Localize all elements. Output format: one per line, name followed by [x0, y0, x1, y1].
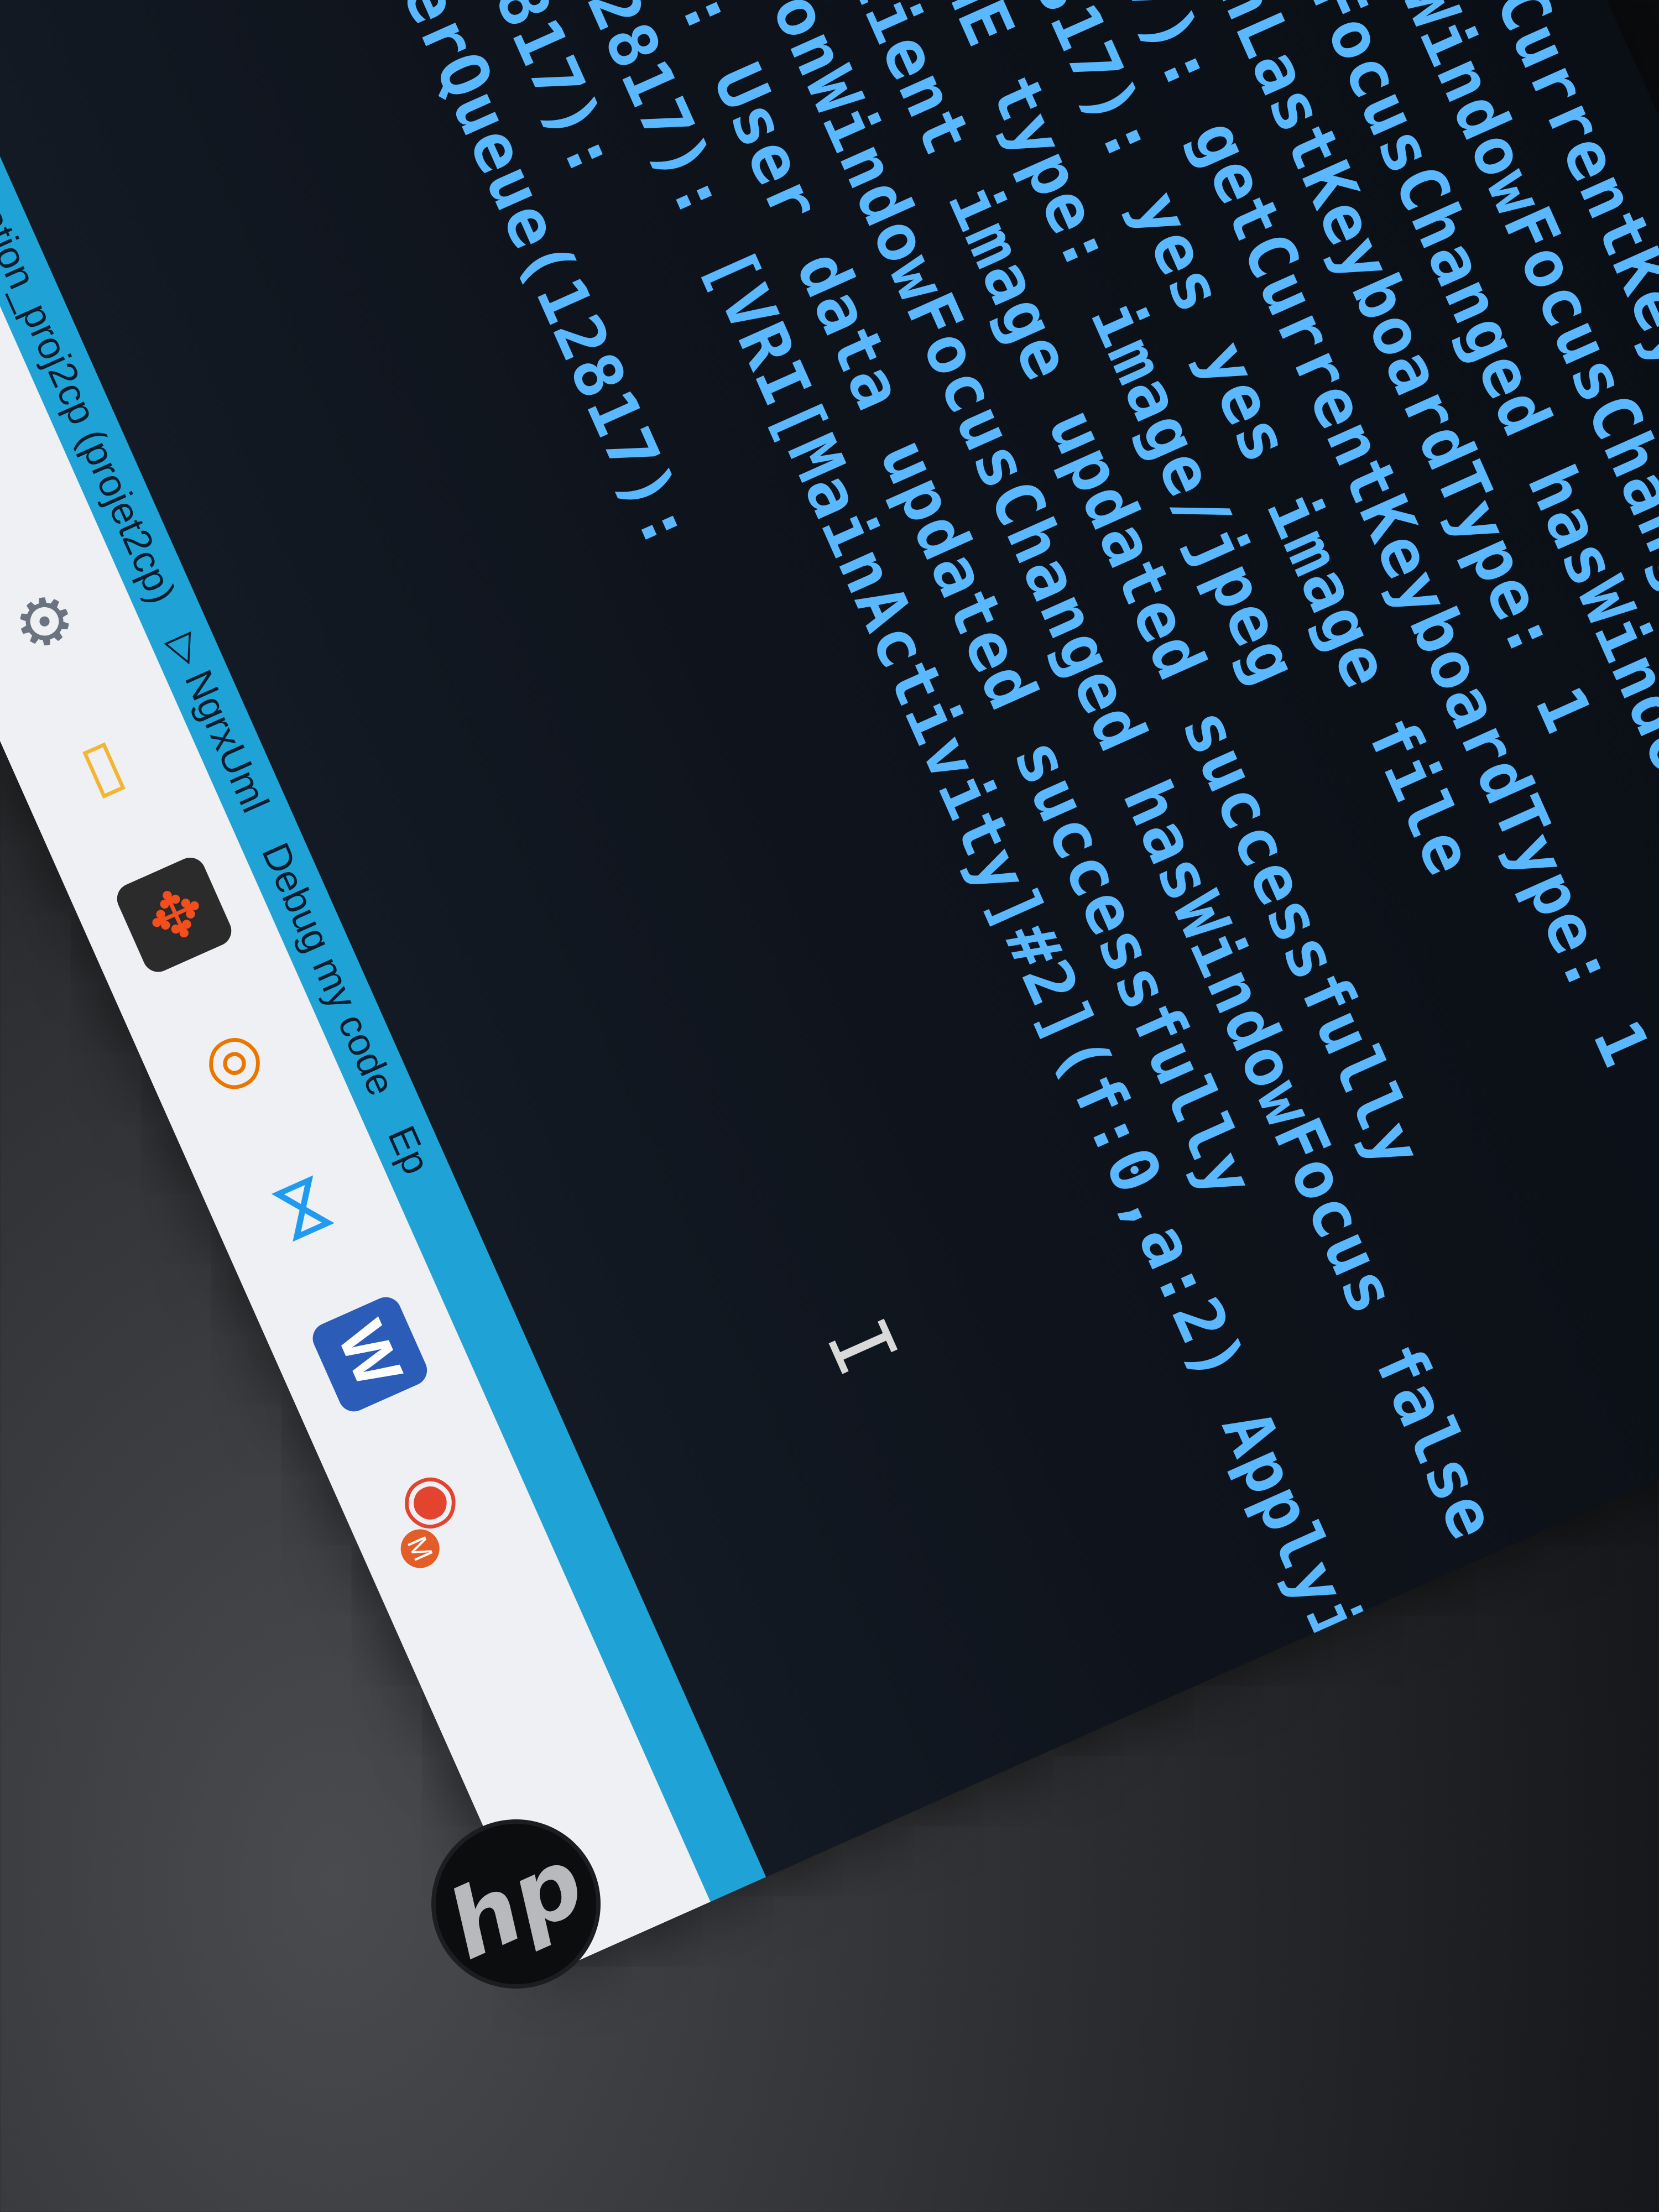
file-explorer-icon[interactable]: ▭: [47, 706, 171, 830]
settings-gear-icon[interactable]: ⚙: [0, 560, 106, 684]
trailing-label: Ep: [379, 1119, 439, 1181]
blender-icon[interactable]: ◎: [178, 999, 301, 1123]
figma-icon[interactable]: ✥: [112, 852, 237, 977]
edge-icon[interactable]: ◍: [0, 413, 40, 537]
text-cursor-icon: I: [807, 1305, 916, 1390]
vscode-icon[interactable]: ⋈: [243, 1146, 367, 1270]
laptop-screen: ngStubImpl(12817): getCurrentKeyboardTyp…: [0, 0, 1659, 1974]
status-trailing-item[interactable]: Ep: [379, 1119, 439, 1181]
chrome-icon[interactable]: ◉ M: [373, 1439, 497, 1574]
word-icon[interactable]: W: [307, 1292, 432, 1417]
play-icon: ▷: [160, 627, 212, 672]
